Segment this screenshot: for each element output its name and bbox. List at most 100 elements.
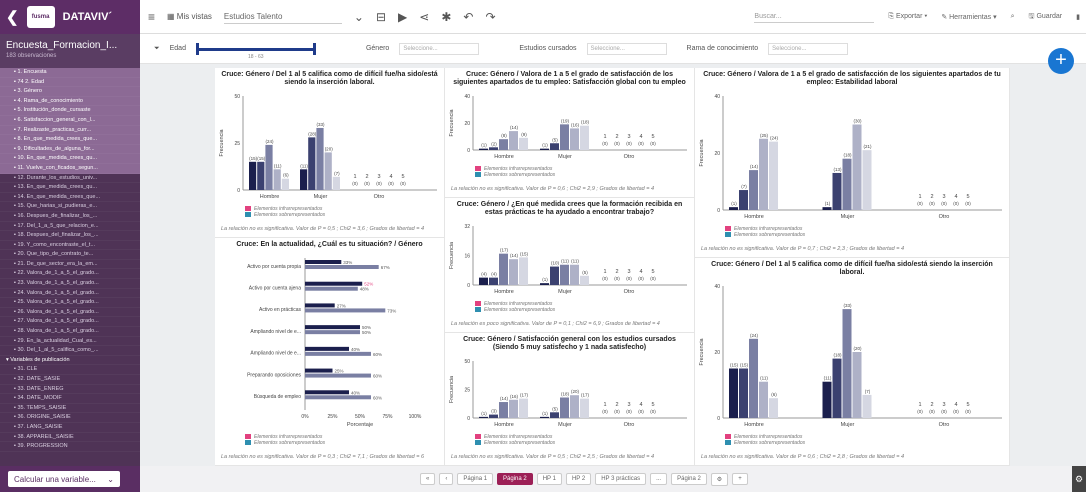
- rama-select[interactable]: Seleccione...: [768, 42, 849, 55]
- bar[interactable]: [739, 190, 748, 210]
- bar[interactable]: [489, 277, 498, 285]
- estudios-select[interactable]: Seleccione...: [586, 42, 667, 55]
- bar[interactable]: [560, 264, 569, 285]
- calc-variable-dropdown[interactable]: Calcular una variable... ⌄: [8, 471, 120, 487]
- dataset-select[interactable]: Estudios Talento: [223, 10, 342, 24]
- bar[interactable]: [265, 144, 273, 190]
- menu-icon[interactable]: ≡: [148, 10, 155, 24]
- bar[interactable]: [249, 161, 257, 190]
- sidebar-item[interactable]: ▪ 4. Rama_de_conocimiento: [0, 96, 140, 107]
- chevron-down-icon[interactable]: ⌄: [354, 10, 364, 24]
- bar[interactable]: [499, 253, 508, 285]
- sidebar-item[interactable]: ▪ 1. Encuesta: [0, 68, 140, 78]
- bar[interactable]: [852, 124, 862, 211]
- sidebar-item[interactable]: ▪ 28. Valora_de_1_a_5_el_grado...: [0, 327, 140, 337]
- filter-funnel-icon[interactable]: ⏷: [154, 45, 160, 53]
- sidebar-item[interactable]: ▪ 38. APPAREIL_SAISIE: [0, 433, 140, 443]
- tools-button[interactable]: ✎ Herramientas ▾: [941, 13, 996, 21]
- bar[interactable]: [324, 152, 332, 190]
- survey-title[interactable]: Encuesta_Formacion_I... 183 observacione…: [0, 34, 140, 68]
- bar[interactable]: [305, 330, 360, 335]
- bar[interactable]: [842, 309, 852, 418]
- page-tab[interactable]: Página 1: [457, 473, 494, 485]
- bar[interactable]: [759, 138, 768, 210]
- chart-card[interactable]: Cruce: Género / Del 1 al 5 califica como…: [215, 68, 445, 238]
- sidebar-item[interactable]: ▪ 13. En_que_medida_crees_qu...: [0, 183, 140, 193]
- undo-icon[interactable]: ↶: [463, 10, 473, 24]
- bar[interactable]: [305, 390, 349, 395]
- bar[interactable]: [509, 259, 518, 285]
- bar[interactable]: [519, 398, 528, 418]
- bar[interactable]: [822, 207, 832, 210]
- sidebar-item[interactable]: ▪ 17. Del_1_a_5_que_relacion_e...: [0, 222, 140, 232]
- bar[interactable]: [560, 397, 569, 418]
- add-page-icon[interactable]: +: [732, 473, 748, 485]
- bar[interactable]: [550, 143, 559, 150]
- sidebar-item[interactable]: ▪ 18. Despues_del_finalizar_los_...: [0, 231, 140, 241]
- bar[interactable]: [580, 125, 589, 150]
- bar[interactable]: [305, 265, 379, 269]
- page-tab[interactable]: Página 2: [671, 473, 707, 485]
- sidebar-item[interactable]: ▪ 24. Valora_de_1_a_5_el_grado...: [0, 289, 140, 299]
- sidebar-item[interactable]: ▪ 39. PROGRESSION: [0, 442, 140, 452]
- sidebar-item[interactable]: ▪ 23. Valora_de_1_a_5_el_grado...: [0, 279, 140, 289]
- redo-icon[interactable]: ↷: [485, 10, 495, 24]
- bar[interactable]: [273, 169, 281, 190]
- bar[interactable]: [739, 368, 748, 419]
- bar[interactable]: [550, 412, 559, 418]
- bar[interactable]: [550, 266, 559, 285]
- bar[interactable]: [509, 131, 518, 150]
- zoom-icon[interactable]: ⌕: [1011, 13, 1015, 21]
- sidebar-item[interactable]: ▪ 10. En_que_medida_crees_qu...: [0, 154, 140, 164]
- bar[interactable]: [540, 148, 549, 150]
- search-input[interactable]: Buscar...: [754, 11, 875, 23]
- chart-card[interactable]: Cruce: Género / Valora de 1 a 5 el grado…: [695, 68, 1010, 258]
- sidebar-item[interactable]: ▪ 3. Género: [0, 87, 140, 97]
- page-tab[interactable]: Página 2: [497, 473, 533, 485]
- bar[interactable]: [832, 358, 842, 418]
- sidebar-item[interactable]: ▪ 36. ORIGINE_SAISIE: [0, 413, 140, 423]
- page-settings-icon[interactable]: ⚙: [710, 472, 729, 486]
- bar[interactable]: [281, 178, 289, 190]
- share-icon[interactable]: ⋖: [419, 10, 429, 24]
- bar[interactable]: [479, 416, 488, 418]
- bar[interactable]: [305, 346, 349, 351]
- bar[interactable]: [580, 275, 589, 285]
- views-icon[interactable]: ▦ Mis vistas: [167, 12, 212, 21]
- bar[interactable]: [540, 416, 549, 418]
- bar[interactable]: [729, 207, 738, 210]
- page-tab[interactable]: HP 2: [565, 473, 592, 485]
- sidebar-item[interactable]: ▪ 74 2. Edad: [0, 77, 140, 88]
- page-tab[interactable]: HP 3 prácticas: [595, 473, 647, 485]
- bar[interactable]: [749, 170, 758, 210]
- bar[interactable]: [862, 150, 872, 210]
- bar[interactable]: [822, 381, 832, 418]
- sidebar-item[interactable]: ▪ 29. En_la_actualidad_Cual_es...: [0, 337, 140, 347]
- bar[interactable]: [305, 395, 371, 400]
- bar[interactable]: [729, 368, 738, 419]
- sidebar-item[interactable]: ▪ 14. En_que_medida_crees_que...: [0, 193, 140, 203]
- add-icon[interactable]: +: [1048, 48, 1074, 74]
- bar[interactable]: [300, 169, 308, 190]
- page-tab[interactable]: ...: [650, 473, 668, 485]
- sidebar-item[interactable]: ▪ 25. Valora_de_1_a_5_el_grado...: [0, 298, 140, 308]
- back-icon[interactable]: ❮: [6, 8, 19, 26]
- sidebar-item[interactable]: ▪ 33. DATE_ENREG: [0, 385, 140, 395]
- bar[interactable]: [479, 277, 488, 285]
- bar[interactable]: [305, 351, 371, 356]
- chart-card[interactable]: Cruce: En la actualidad, ¿Cuál es tu sit…: [215, 238, 445, 466]
- sidebar-item[interactable]: ▪ 35. TEMPS_SAISIE: [0, 404, 140, 414]
- chart-card[interactable]: Cruce: Género / Valora de 1 a 5 el grado…: [445, 68, 695, 198]
- edad-slider[interactable]: 18 - 63: [195, 42, 316, 60]
- sidebar-item[interactable]: ▪ 34. DATE_MODIF: [0, 394, 140, 404]
- bar[interactable]: [570, 395, 579, 418]
- bar[interactable]: [832, 172, 842, 210]
- chart-card[interactable]: Cruce: Género / Del 1 al 5 califica como…: [695, 258, 1010, 466]
- settings-icon[interactable]: ✱: [441, 10, 451, 24]
- sidebar-item[interactable]: ▪ 26. Valora_de_1_a_5_el_grado...: [0, 308, 140, 318]
- page-tab[interactable]: HP 1: [536, 473, 562, 485]
- bar[interactable]: [305, 325, 360, 330]
- bar[interactable]: [852, 352, 862, 418]
- chart-card[interactable]: Cruce: Género / Satisfacción general con…: [445, 333, 695, 466]
- save-button[interactable]: 🖫 Guardar: [1029, 12, 1063, 23]
